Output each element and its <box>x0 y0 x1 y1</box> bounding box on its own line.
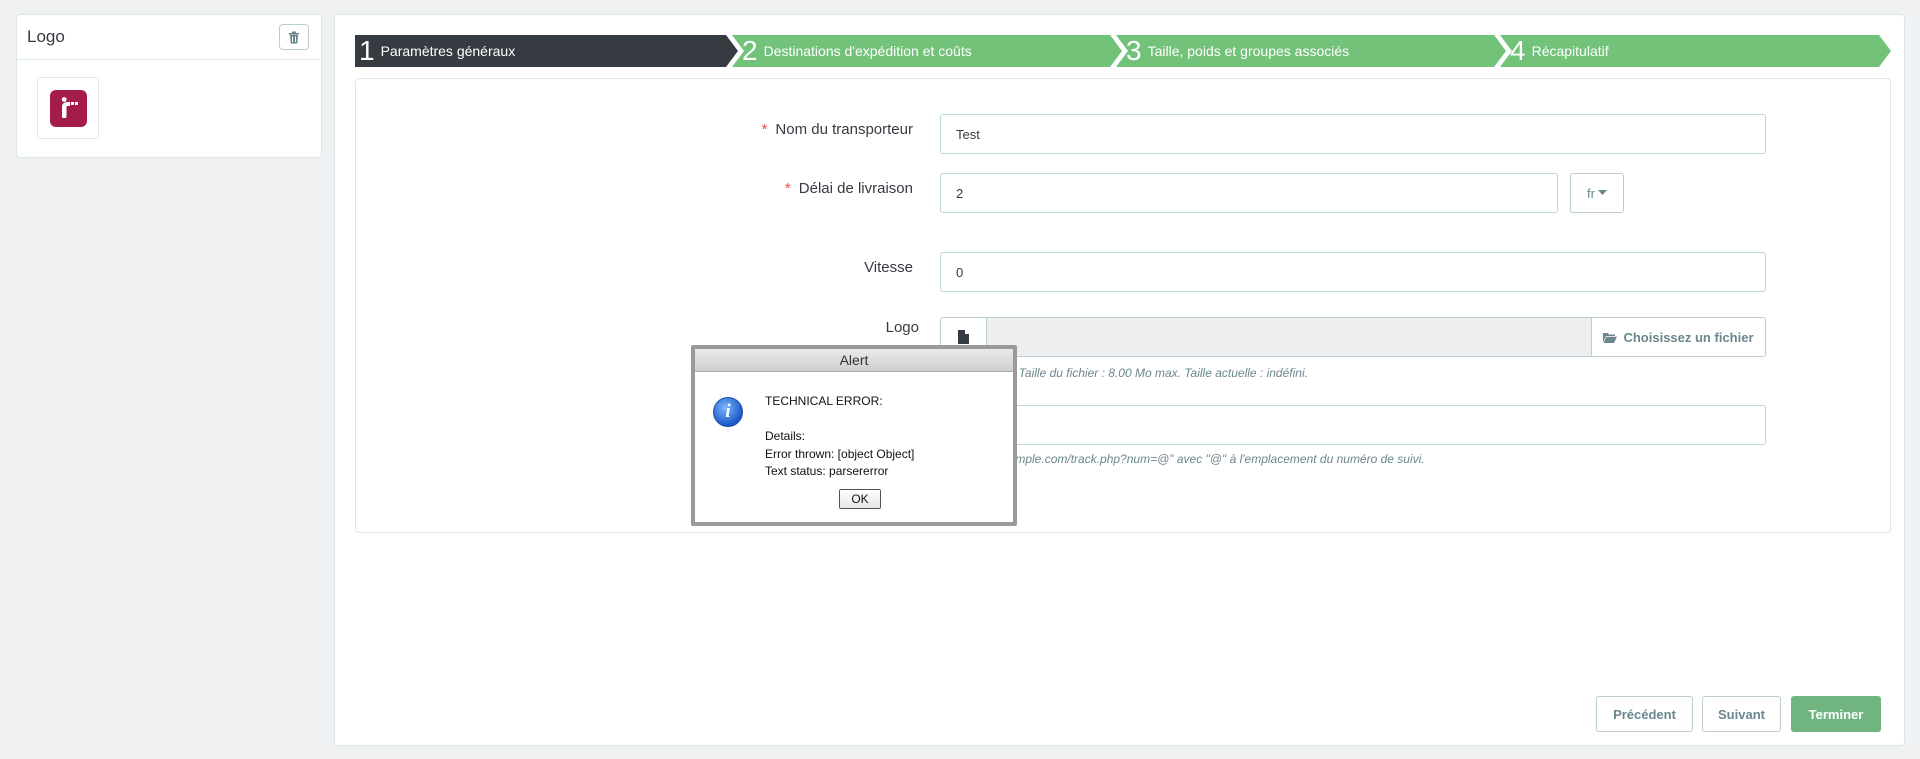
step-number: 4 <box>1510 35 1526 66</box>
previous-button[interactable]: Précédent <box>1596 696 1693 732</box>
step-label: Récapitulatif <box>1531 43 1609 59</box>
step-number: 1 <box>359 35 375 66</box>
general-settings-form: * Nom du transporteur Test * Délai de livr… <box>355 78 1891 533</box>
delay-label: * Délai de livraison <box>784 180 913 197</box>
delay-input[interactable]: 2 <box>940 173 1558 213</box>
logo-help-text: PNG. Taille du fichier : 8.00 Mo max. Ta… <box>986 366 1308 380</box>
logo-file-input[interactable]: Choisissez un fichier <box>940 317 1766 357</box>
next-button[interactable]: Suivant <box>1702 696 1781 732</box>
carrier-name-label: * Nom du transporteur <box>761 121 913 138</box>
step-label: Taille, poids et groupes associés <box>1147 43 1350 59</box>
carrier-logo-thumbnail <box>37 77 99 139</box>
file-name-display <box>987 318 1591 356</box>
alert-ok-button[interactable]: OK <box>839 489 881 509</box>
logo-panel-title: Logo <box>27 27 65 46</box>
caret-down-icon <box>1597 190 1607 195</box>
step-label: Paramètres généraux <box>380 43 516 59</box>
carrier-name-input[interactable]: Test <box>940 114 1766 154</box>
choose-file-button[interactable]: Choisissez un fichier <box>1591 318 1765 356</box>
wizard-step-size-weight[interactable]: 3 Taille, poids et groupes associés <box>1116 35 1506 67</box>
delete-logo-button[interactable] <box>279 24 309 50</box>
carrier-wizard-panel: 1 Paramètres généraux 2 Destinations d'e… <box>334 14 1905 746</box>
required-mark: * <box>761 121 768 138</box>
speed-input[interactable]: 0 <box>940 252 1766 292</box>
logo-panel: Logo <box>16 14 322 158</box>
wizard-step-summary[interactable]: 4 Récapitulatif <box>1500 35 1891 67</box>
speed-label: Vitesse <box>864 259 913 276</box>
wizard-step-general[interactable]: 1 Paramètres généraux <box>355 35 738 67</box>
info-icon: i <box>713 397 743 427</box>
logo-label: Logo <box>885 319 919 336</box>
folder-open-icon <box>1603 332 1618 343</box>
wizard-step-destinations[interactable]: 2 Destinations d'expédition et coûts <box>732 35 1122 67</box>
alert-dialog: Alert i TECHNICAL ERROR: Details: Error … <box>691 345 1017 526</box>
alert-message: TECHNICAL ERROR: Details: Error thrown: … <box>765 394 915 478</box>
trash-icon <box>289 31 299 43</box>
carrier-logo <box>49 89 87 127</box>
step-number: 3 <box>1126 35 1142 66</box>
finish-button[interactable]: Terminer <box>1791 696 1881 732</box>
tracking-url-input[interactable] <box>940 405 1766 445</box>
step-label: Destinations d'expédition et coûts <box>763 43 972 59</box>
required-mark: * <box>784 180 791 197</box>
carrier-logo-glyph <box>61 96 78 118</box>
alert-title: Alert <box>695 349 1013 372</box>
wizard-steps: 1 Paramètres généraux 2 Destinations d'e… <box>355 35 1891 67</box>
logo-panel-header: Logo <box>17 15 321 60</box>
file-icon <box>958 330 969 344</box>
step-number: 2 <box>742 35 758 66</box>
language-dropdown[interactable]: fr <box>1570 173 1624 213</box>
tracking-url-help-text: ://example.com/track.php?num=@" avec "@"… <box>986 452 1425 466</box>
